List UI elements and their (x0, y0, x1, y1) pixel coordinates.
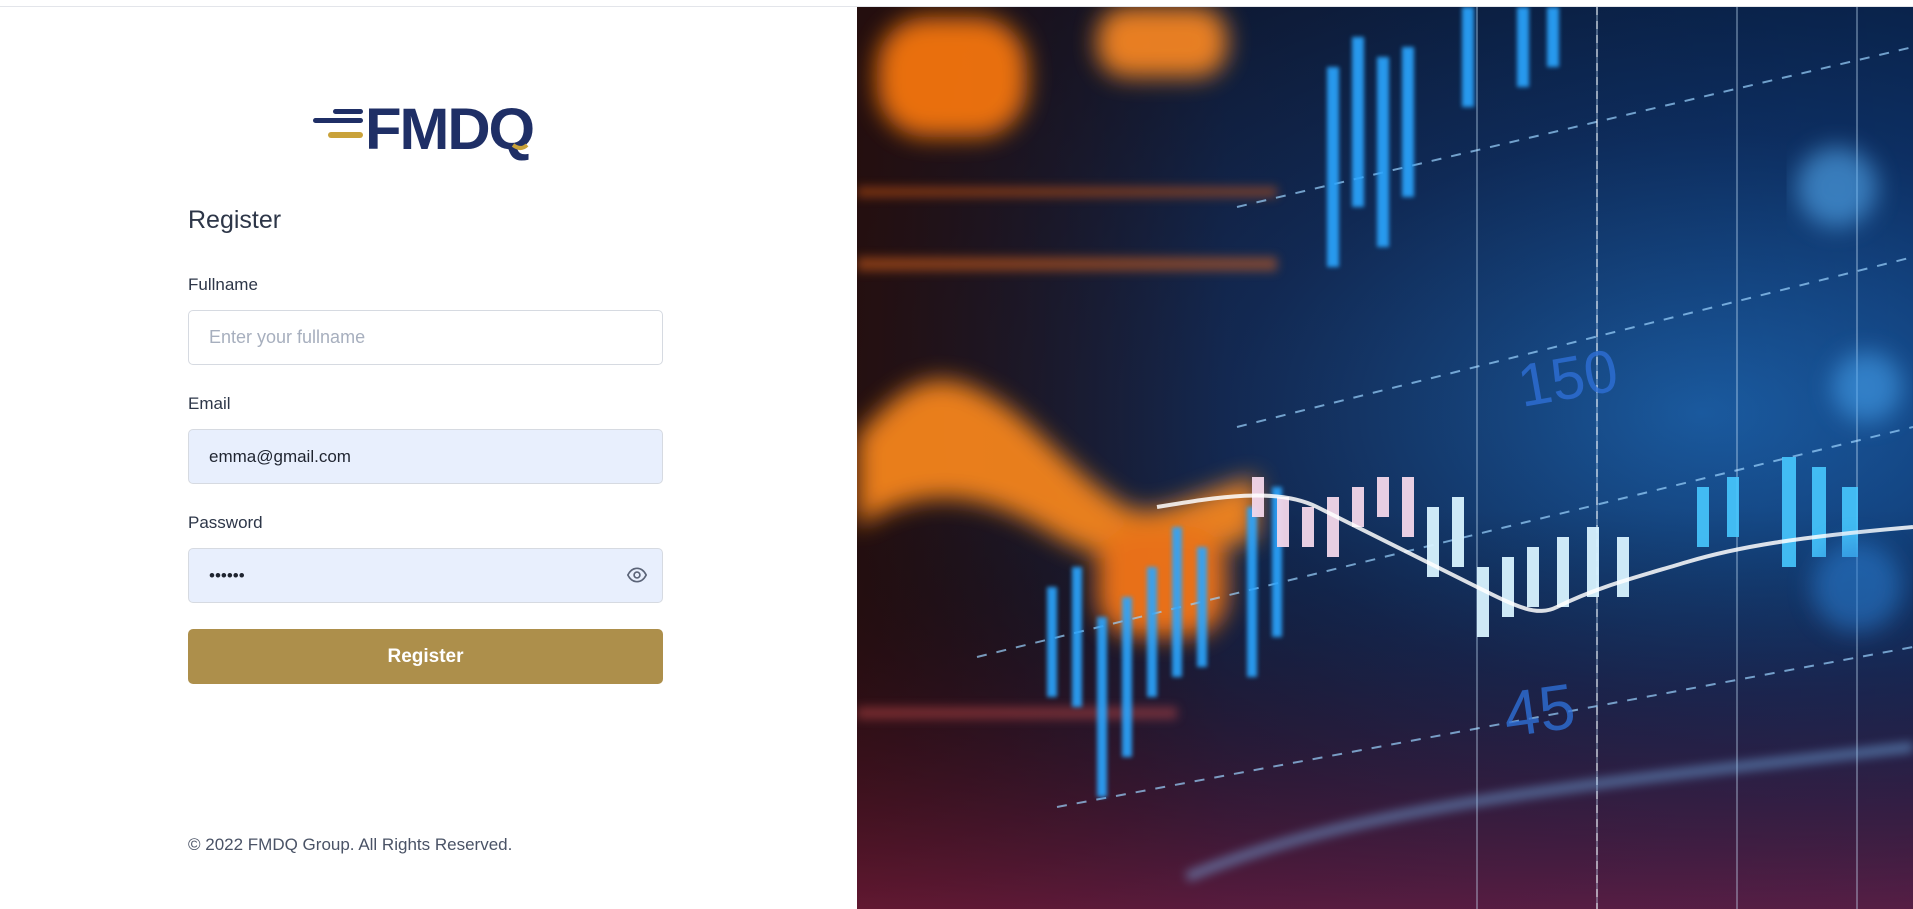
register-button[interactable]: Register (188, 629, 663, 684)
fullname-input[interactable] (188, 310, 663, 365)
hero-image: 150 45 (857, 7, 1913, 909)
svg-text:FMDQ: FMDQ (365, 101, 533, 162)
password-input[interactable] (188, 548, 663, 603)
copyright-text: © 2022 FMDQ Group. All Rights Reserved. (188, 835, 513, 854)
page-title: Register (188, 206, 282, 234)
top-border (0, 0, 1913, 7)
trading-chart-illustration: 150 45 (857, 7, 1913, 909)
chart-number-45: 45 (1499, 670, 1580, 751)
email-input[interactable] (188, 429, 663, 484)
password-field (188, 548, 663, 603)
register-panel: FMDQ Register Fullname Email Password Re… (0, 7, 857, 909)
password-label: Password (188, 513, 263, 532)
email-label: Email (188, 394, 231, 413)
fmdq-logo: FMDQ (313, 101, 535, 162)
eye-icon[interactable] (627, 565, 647, 585)
fullname-label: Fullname (188, 275, 258, 294)
